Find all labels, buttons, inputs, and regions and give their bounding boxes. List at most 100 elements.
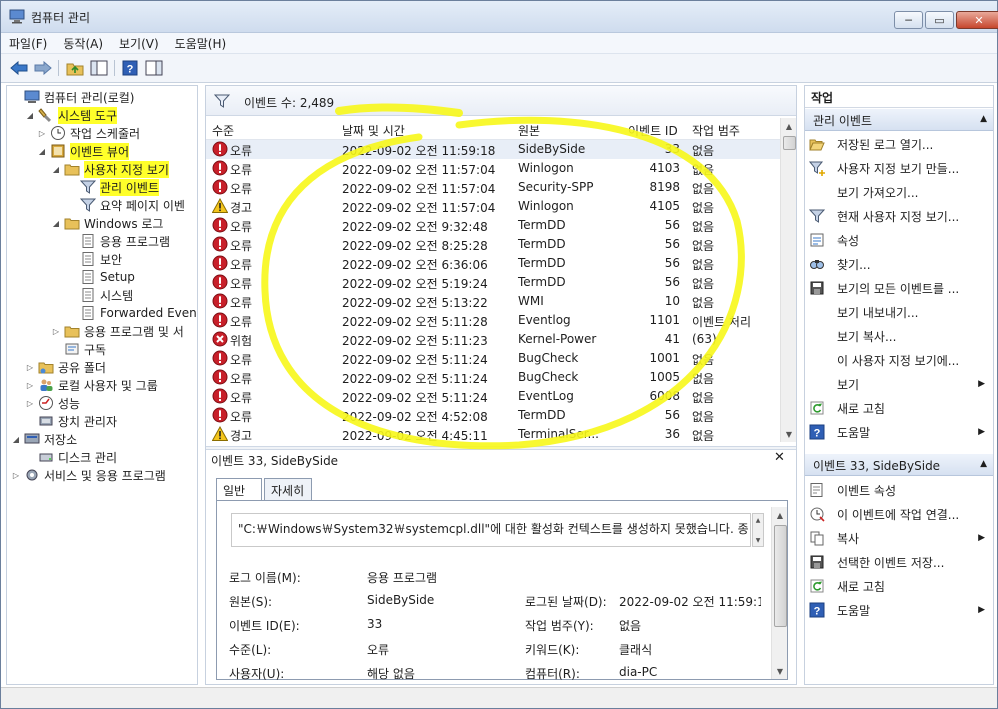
action-item[interactable]: 보기 내보내기... — [805, 301, 993, 323]
action-item[interactable]: 보기 복사... — [805, 325, 993, 347]
event-row[interactable]: 오류 2022-09-02 오전 11:57:04 Security-SPP 8198… — [206, 178, 781, 197]
menu-view[interactable]: 보기(V) — [111, 35, 167, 52]
expand-toggle-icon[interactable]: ◢ — [51, 219, 61, 228]
event-row[interactable]: 오류 2022-09-02 오전 5:19:24 TermDD 56 없음 — [206, 273, 781, 292]
expand-toggle-icon[interactable]: ▷ — [25, 399, 35, 408]
event-message[interactable]: "C:￦Windows￦System32￦systemcpl.dll"에 대한 … — [231, 513, 751, 547]
action-item[interactable]: 속성 — [805, 229, 993, 251]
tree-node[interactable]: 관리 이벤트 — [67, 178, 160, 196]
scroll-down-icon[interactable]: ▼ — [781, 426, 797, 442]
action-item[interactable]: 보기 가져오기... — [805, 181, 993, 203]
tree-node[interactable]: ◢ 사용자 지정 보기 — [51, 160, 169, 178]
expand-toggle-icon[interactable]: ▷ — [51, 327, 61, 336]
event-row[interactable]: 경고 2022-09-02 오전 11:57:04 Winlogon 4105 없음 — [206, 197, 781, 216]
menu-help[interactable]: 도움말(H) — [167, 35, 235, 52]
tree-node[interactable]: 장치 관리자 — [25, 412, 117, 430]
action-item[interactable]: 새로 고침 — [805, 575, 993, 597]
scroll-up-icon[interactable]: ▲ — [781, 118, 797, 134]
scroll-thumb[interactable] — [783, 136, 796, 150]
action-item[interactable]: 저장된 로그 열기... — [805, 133, 993, 155]
action-item[interactable]: 복사 ▶ — [805, 527, 993, 549]
tree-node[interactable]: 응용 프로그램 — [67, 232, 170, 250]
tree-node[interactable]: 구독 — [51, 340, 106, 358]
event-row[interactable]: 오류 2022-09-02 오전 4:52:08 TermDD 56 없음 — [206, 406, 781, 425]
expand-toggle-icon[interactable]: ▷ — [11, 471, 21, 480]
tree-node[interactable]: ◢ 저장소 — [11, 430, 77, 448]
tree-node[interactable]: ▷ 응용 프로그램 및 서 — [51, 322, 184, 340]
action-item[interactable]: 선택한 이벤트 저장... — [805, 551, 993, 573]
event-row[interactable]: 오류 2022-09-02 오전 6:36:06 TermDD 56 없음 — [206, 254, 781, 273]
event-row[interactable]: 오류 2022-09-02 오전 5:11:24 BugCheck 1005 없음 — [206, 368, 781, 387]
expand-toggle-icon[interactable]: ▷ — [25, 363, 35, 372]
event-row[interactable]: 오류 2022-09-02 오전 5:11:24 EventLog 6008 없음 — [206, 387, 781, 406]
action-item[interactable]: 사용자 지정 보기 만들... — [805, 157, 993, 179]
expand-toggle-icon[interactable]: ◢ — [51, 165, 61, 174]
tree-node[interactable]: 시스템 — [67, 286, 133, 304]
event-row[interactable]: 오류 2022-09-02 오전 11:59:18 SideBySide 33 없음 — [206, 140, 781, 159]
tree-node[interactable]: ◢ Windows 로그 — [51, 214, 164, 232]
tree-node[interactable]: ▷ 성능 — [25, 394, 80, 412]
action-item[interactable]: 이벤트 속성 — [805, 479, 993, 501]
expand-toggle-icon[interactable]: ▷ — [37, 129, 47, 138]
tree-node[interactable]: Forwarded Event — [67, 304, 197, 322]
event-row[interactable]: 오류 2022-09-02 오전 11:57:04 Winlogon 4103 없음 — [206, 159, 781, 178]
close-button[interactable]: ✕ — [956, 11, 998, 29]
tree-node[interactable]: ◢ 시스템 도구 — [25, 106, 118, 124]
event-row[interactable]: 위험 2022-09-02 오전 5:11:23 Kernel-Power 41 (63… — [206, 330, 781, 349]
show-hide-action-pane-button[interactable] — [144, 59, 164, 77]
action-item[interactable]: 새로 고침 — [805, 397, 993, 419]
scroll-up-icon[interactable]: ▲ — [753, 514, 763, 526]
event-row[interactable]: 오류 2022-09-02 오전 9:32:48 TermDD 56 없음 — [206, 216, 781, 235]
up-level-button[interactable] — [65, 59, 85, 77]
column-event-id[interactable]: 이벤트 ID — [628, 122, 678, 139]
expand-toggle-icon[interactable]: ◢ — [11, 435, 21, 444]
event-row[interactable]: 경고 2022-09-02 오전 4:45:11 TerminalSer... 36 없… — [206, 425, 781, 442]
actions-section-custom-view[interactable]: 관리 이벤트 ▲ — [805, 109, 993, 131]
show-hide-console-tree-button[interactable] — [89, 59, 109, 77]
tree-node[interactable]: ▷ 공유 폴더 — [25, 358, 106, 376]
menu-file[interactable]: 파일(F) — [1, 35, 55, 52]
tree-node[interactable]: ◢ 이벤트 뷰어 — [37, 142, 130, 160]
action-item[interactable]: 보기 ▶ — [805, 373, 993, 395]
column-task-category[interactable]: 작업 범주 — [692, 122, 740, 139]
tree-node[interactable]: 디스크 관리 — [25, 448, 117, 466]
column-source[interactable]: 원본 — [518, 122, 540, 139]
column-date-time[interactable]: 날짜 및 시간 — [342, 122, 405, 139]
tree-node[interactable]: 요약 페이지 이벤 — [67, 196, 185, 214]
expand-toggle-icon[interactable]: ▷ — [25, 381, 35, 390]
scroll-down-icon[interactable]: ▼ — [753, 534, 763, 546]
action-item[interactable]: 이 사용자 지정 보기에... — [805, 349, 993, 371]
event-list-scrollbar[interactable]: ▲ ▼ — [780, 118, 796, 442]
action-item[interactable]: 현재 사용자 지정 보기... — [805, 205, 993, 227]
event-row[interactable]: 오류 2022-09-02 오전 5:11:24 BugCheck 1001 없음 — [206, 349, 781, 368]
tree-node[interactable]: Setup — [67, 268, 135, 286]
menu-action[interactable]: 동작(A) — [55, 35, 111, 52]
event-row[interactable]: 오류 2022-09-02 오전 5:11:28 Eventlog 1101 이벤트 처… — [206, 311, 781, 330]
scroll-down-icon[interactable]: ▼ — [772, 663, 788, 679]
expand-toggle-icon[interactable]: ◢ — [25, 111, 35, 120]
tree-node[interactable]: 보안 — [67, 250, 122, 268]
event-row[interactable]: 오류 2022-09-02 오전 8:25:28 TermDD 56 없음 — [206, 235, 781, 254]
pane-splitter[interactable] — [206, 446, 796, 450]
scroll-thumb[interactable] — [774, 525, 787, 627]
action-item[interactable]: 찾기... — [805, 253, 993, 275]
scroll-up-icon[interactable]: ▲ — [772, 507, 788, 523]
tree-node[interactable]: ▷ 작업 스케줄러 — [37, 124, 140, 142]
action-item[interactable]: ? 도움말 ▶ — [805, 421, 993, 443]
action-item[interactable]: ? 도움말 ▶ — [805, 599, 993, 621]
column-level[interactable]: 수준 — [212, 122, 234, 139]
tree-node[interactable]: 컴퓨터 관리(로컬) — [11, 88, 134, 106]
action-item[interactable]: 보기의 모든 이벤트를 ... — [805, 277, 993, 299]
minimize-button[interactable]: ─ — [894, 11, 923, 29]
tree-node[interactable]: ▷ 서비스 및 응용 프로그램 — [11, 466, 166, 484]
tab-details[interactable]: 자세히 — [264, 478, 312, 500]
tab-general[interactable]: 일반 — [216, 478, 262, 501]
detail-scrollbar[interactable]: ▲ ▼ — [771, 507, 787, 679]
expand-toggle-icon[interactable]: ◢ — [37, 147, 47, 156]
back-button[interactable] — [9, 59, 29, 77]
forward-button[interactable] — [33, 59, 53, 77]
help-button[interactable]: ? — [120, 59, 140, 77]
tree-node[interactable]: ▷ 로컬 사용자 및 그룹 — [25, 376, 158, 394]
title-bar[interactable]: 컴퓨터 관리 ─ ▭ ✕ — [1, 1, 998, 33]
message-scrollbar[interactable]: ▲ ▼ — [752, 513, 764, 547]
